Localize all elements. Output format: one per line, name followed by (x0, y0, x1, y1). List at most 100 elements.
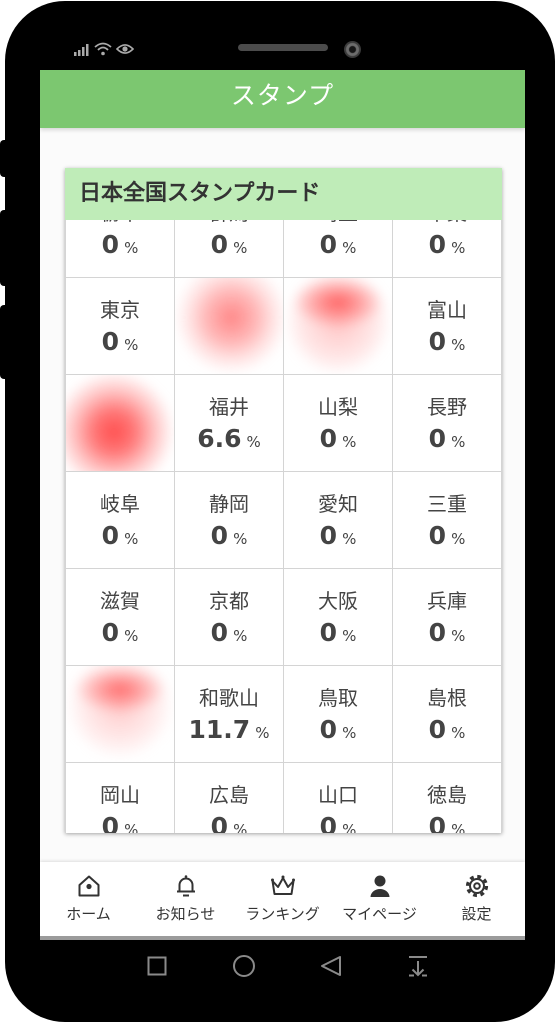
stamp-cell[interactable]: 埼玉0% (284, 220, 393, 278)
stamp-cell[interactable]: 山口 0% (284, 763, 393, 833)
stamp-cell-stamped[interactable] (284, 278, 393, 375)
progress-value: 0% (175, 615, 283, 654)
progress-value: 0% (393, 809, 501, 833)
tab-home[interactable]: ホーム (40, 862, 137, 937)
progress-value: 0% (66, 615, 174, 654)
person-icon (367, 873, 393, 899)
percent-unit: % (451, 336, 466, 354)
stamp-cell[interactable]: 山梨 0% (284, 375, 393, 472)
home-button-icon[interactable] (232, 954, 256, 978)
stamp-cell[interactable]: 栃木0% (66, 220, 175, 278)
progress-number: 11.7 (188, 715, 251, 744)
progress-number: 0 (210, 618, 229, 647)
percent-unit: % (451, 627, 466, 645)
prefecture-name: 徳島 (427, 783, 467, 807)
progress-number: 0 (428, 327, 447, 356)
progress-value: 11.7% (175, 712, 283, 751)
prefecture-name: 山口 (318, 783, 358, 807)
stamp-cell[interactable]: 福井 6.6% (175, 375, 284, 472)
percent-unit: % (451, 433, 466, 451)
percent-unit: % (342, 239, 357, 257)
percent-unit: % (246, 433, 261, 451)
stamp-grid-viewport[interactable]: 栃木0%群馬0%埼玉0%千葉0%東京0%富山0%福井6.6%山梨0%長野0%岐阜… (65, 220, 502, 833)
recent-apps-icon[interactable] (146, 955, 168, 977)
stamp-cell[interactable]: 大阪 0% (284, 569, 393, 666)
stamp-cell[interactable]: 静岡 0% (175, 472, 284, 569)
progress-number: 0 (428, 424, 447, 453)
stamp-cell[interactable]: 徳島 0% (393, 763, 502, 833)
stamp-cell[interactable]: 富山 0% (393, 278, 502, 375)
prefecture-name: 長野 (427, 395, 467, 419)
progress-number: 0 (428, 715, 447, 744)
progress-number: 0 (319, 521, 338, 550)
progress-number: 0 (319, 424, 338, 453)
tab-label: マイページ (342, 905, 417, 923)
stamp-cell[interactable]: 三重 0% (393, 472, 502, 569)
stamp-cell[interactable]: 滋賀 0% (66, 569, 175, 666)
stamp-cell[interactable]: 島根 0% (393, 666, 502, 763)
progress-number: 0 (101, 812, 120, 833)
stamp-image (66, 375, 174, 471)
progress-value: 0% (393, 712, 501, 751)
stamp-cell[interactable]: 愛知 0% (284, 472, 393, 569)
percent-unit: % (124, 530, 139, 548)
progress-value: 0% (284, 615, 392, 654)
stamp-cell[interactable]: 東京 0% (66, 278, 175, 375)
progress-number: 0 (319, 230, 338, 259)
progress-value: 0% (66, 518, 174, 557)
progress-value: 0% (284, 227, 392, 266)
prefecture-name: 岡山 (100, 783, 140, 807)
prefecture-name: 富山 (427, 298, 467, 322)
progress-value: 0% (66, 809, 174, 833)
percent-unit: % (342, 433, 357, 451)
prefecture-name: 福井 (209, 395, 249, 419)
stamp-cell[interactable]: 広島 0% (175, 763, 284, 833)
stamp-cell[interactable]: 岐阜 0% (66, 472, 175, 569)
bell-icon (173, 873, 199, 899)
percent-unit: % (124, 627, 139, 645)
tab-notifications[interactable]: お知らせ (137, 862, 234, 937)
speaker-grille (238, 44, 328, 51)
side-button (0, 305, 12, 379)
prefecture-name: 千葉 (393, 220, 501, 227)
stamp-cell-stamped[interactable] (66, 375, 175, 472)
progress-value: 0% (393, 518, 501, 557)
tab-label: ランキング (245, 905, 320, 923)
stamp-image (175, 278, 283, 374)
stamp-cell[interactable]: 和歌山 11.7% (175, 666, 284, 763)
notification-pull-icon[interactable] (406, 954, 430, 978)
stamp-cell[interactable]: 兵庫 0% (393, 569, 502, 666)
progress-number: 0 (101, 618, 120, 647)
prefecture-name: 栃木 (66, 220, 174, 227)
prefecture-name: 大阪 (318, 589, 358, 613)
stamp-image (284, 278, 392, 374)
stamp-cell[interactable]: 京都 0% (175, 569, 284, 666)
tab-settings[interactable]: 設定 (428, 862, 525, 937)
tab-ranking[interactable]: ランキング (234, 862, 331, 937)
progress-value: 0% (393, 421, 501, 460)
percent-unit: % (451, 821, 466, 833)
stamp-cell[interactable]: 岡山 0% (66, 763, 175, 833)
card-header: 日本全国スタンプカード (65, 168, 502, 220)
app-header: スタンプ (40, 70, 525, 128)
stamp-cell[interactable]: 鳥取 0% (284, 666, 393, 763)
progress-number: 0 (428, 812, 447, 833)
progress-value: 0% (175, 809, 283, 833)
tab-label: 設定 (461, 905, 492, 923)
progress-value: 0% (284, 421, 392, 460)
prefecture-name: 兵庫 (427, 589, 467, 613)
stamp-cell[interactable]: 千葉0% (393, 220, 502, 278)
percent-unit: % (124, 336, 139, 354)
tab-label: ホーム (66, 905, 111, 923)
percent-unit: % (233, 627, 248, 645)
back-icon[interactable] (319, 954, 343, 978)
stamp-cell-stamped[interactable] (66, 666, 175, 763)
prefecture-name: 和歌山 (199, 686, 259, 710)
front-camera (344, 41, 361, 58)
stamp-cell[interactable]: 長野 0% (393, 375, 502, 472)
stamp-cell[interactable]: 群馬0% (175, 220, 284, 278)
tab-mypage[interactable]: マイページ (331, 862, 428, 937)
progress-value: 0% (175, 227, 283, 266)
progress-value: 0% (284, 518, 392, 557)
stamp-cell-stamped[interactable] (175, 278, 284, 375)
